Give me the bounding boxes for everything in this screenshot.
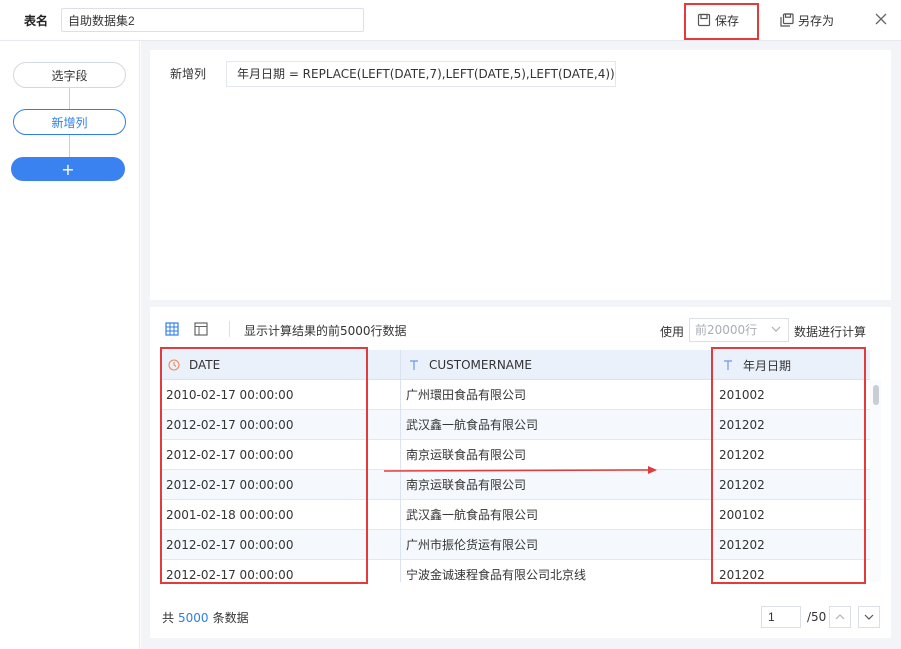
total-count: 5000 — [178, 611, 209, 625]
cell-customername: 广州市振伦货运有限公司 — [406, 538, 539, 552]
rows-select[interactable]: 前20000行 — [689, 318, 789, 342]
table-name-label: 表名 — [24, 14, 49, 28]
column-header-customername[interactable]: CUSTOMERNAME — [408, 350, 532, 380]
cell-date: 2001-02-18 00:00:00 — [166, 508, 294, 522]
close-icon[interactable] — [874, 12, 888, 26]
result-description: 显示计算结果的前5000行数据 — [244, 324, 407, 338]
cell-date: 2012-02-17 00:00:00 — [166, 418, 294, 432]
cell-year-month: 201202 — [719, 568, 765, 582]
total-count-text: 共 5000 条数据 — [162, 609, 249, 626]
table-row[interactable]: 2010-02-17 00:00:00 广州環田食品有限公司 201002 — [160, 380, 870, 410]
cell-date: 2012-02-17 00:00:00 — [166, 478, 294, 492]
table-scrollbar-thumb[interactable] — [873, 385, 879, 405]
cell-customername: 宁波金诚速程食品有限公司北京线 — [406, 568, 587, 582]
step-panel: 选字段 新增列 + — [0, 41, 140, 649]
total-prefix: 共 — [162, 611, 175, 625]
column-header-date[interactable]: DATE — [168, 350, 220, 380]
rows-select-value: 前20000行 — [695, 323, 758, 337]
cell-customername: 武汉鑫一航食品有限公司 — [406, 508, 539, 522]
cell-year-month: 201202 — [719, 478, 765, 492]
cell-year-month: 201202 — [719, 448, 765, 462]
use-label: 使用 — [660, 325, 685, 339]
save-label: 保存 — [715, 13, 740, 28]
chevron-down-icon — [771, 326, 781, 332]
page-number-input[interactable] — [761, 606, 801, 628]
save-as-label: 另存为 — [798, 13, 835, 28]
layout-view-icon[interactable] — [194, 322, 208, 336]
calc-label: 数据进行计算 — [794, 325, 867, 339]
table-header: DATE CUSTOMERNAME 年月日期 — [160, 350, 870, 380]
page-total: /50 — [807, 610, 827, 624]
formula-label: 新增列 — [170, 67, 207, 81]
save-as-icon — [780, 13, 794, 27]
column-header-label: CUSTOMERNAME — [429, 358, 532, 372]
clock-icon — [168, 359, 180, 371]
column-divider — [711, 350, 712, 582]
formula-card — [150, 50, 891, 300]
table-scrollbar-track — [870, 380, 881, 582]
total-suffix: 条数据 — [212, 611, 249, 625]
next-page-button[interactable] — [858, 606, 880, 628]
cell-year-month: 201002 — [719, 388, 765, 402]
text-type-icon — [724, 360, 732, 370]
cell-year-month: 201202 — [719, 538, 765, 552]
grid-view-icon[interactable] — [165, 322, 179, 336]
table-name-input[interactable] — [61, 8, 364, 32]
cell-customername: 南京运联食品有限公司 — [406, 478, 527, 492]
chevron-up-icon — [835, 614, 845, 620]
cell-date: 2010-02-17 00:00:00 — [166, 388, 294, 402]
column-divider — [400, 350, 401, 582]
save-icon — [697, 13, 711, 27]
cell-date: 2012-02-17 00:00:00 — [166, 568, 294, 582]
cell-customername: 广州環田食品有限公司 — [406, 388, 527, 402]
save-button[interactable]: 保存 — [697, 10, 739, 30]
cell-date: 2012-02-17 00:00:00 — [166, 448, 294, 462]
cell-year-month: 201202 — [719, 418, 765, 432]
table-row[interactable]: 2012-02-17 00:00:00 南京运联食品有限公司 201202 — [160, 440, 870, 470]
column-header-label: DATE — [189, 358, 221, 372]
step-connector — [69, 135, 70, 157]
toolbar-divider — [229, 321, 230, 337]
formula-expression[interactable]: 年月日期 = REPLACE(LEFT(DATE,7),LEFT(DATE,5)… — [226, 61, 616, 87]
cell-date: 2012-02-17 00:00:00 — [166, 538, 294, 552]
cell-year-month: 200102 — [719, 508, 765, 522]
step-connector — [69, 88, 70, 109]
cell-customername: 南京运联食品有限公司 — [406, 448, 527, 462]
chevron-down-icon — [864, 614, 874, 620]
step-add-column[interactable]: 新增列 — [13, 109, 126, 135]
text-type-icon — [410, 360, 418, 370]
table-row[interactable]: 2001-02-18 00:00:00 武汉鑫一航食品有限公司 200102 — [160, 500, 870, 530]
table-row[interactable]: 2012-02-17 00:00:00 南京运联食品有限公司 201202 — [160, 470, 870, 500]
add-step-button[interactable]: + — [11, 157, 125, 181]
column-header-year-month[interactable]: 年月日期 — [722, 350, 791, 380]
save-as-button[interactable]: 另存为 — [780, 10, 834, 30]
table-row[interactable]: 2012-02-17 00:00:00 广州市振伦货运有限公司 201202 — [160, 530, 870, 560]
prev-page-button[interactable] — [829, 606, 851, 628]
cell-customername: 武汉鑫一航食品有限公司 — [406, 418, 539, 432]
column-header-label: 年月日期 — [743, 358, 792, 373]
step-select-fields[interactable]: 选字段 — [13, 62, 126, 88]
top-bar: 表名 保存 另存为 — [0, 0, 901, 41]
table-row[interactable]: 2012-02-17 00:00:00 宁波金诚速程食品有限公司北京线 2012… — [160, 560, 870, 590]
table-row[interactable]: 2012-02-17 00:00:00 武汉鑫一航食品有限公司 201202 — [160, 410, 870, 440]
